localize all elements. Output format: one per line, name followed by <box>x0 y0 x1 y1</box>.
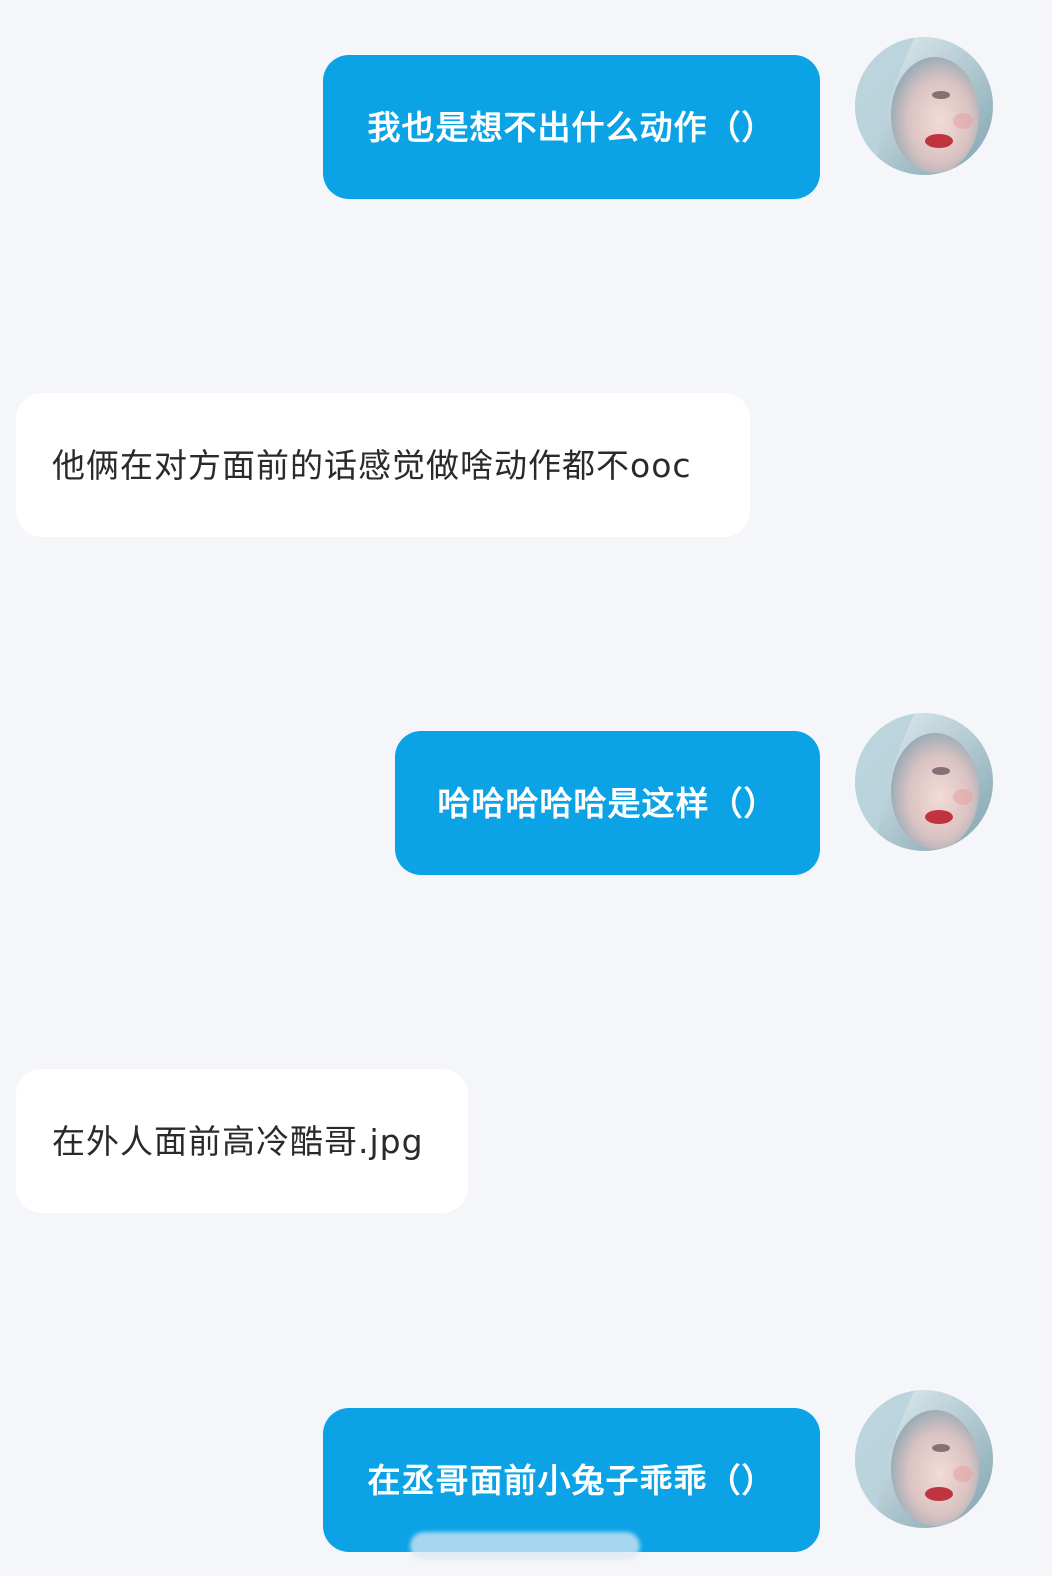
message-bubble-outgoing[interactable]: 我也是想不出什么动作（） <box>323 55 820 199</box>
user-avatar[interactable] <box>855 713 993 851</box>
blurred-watermark <box>410 1532 640 1560</box>
avatar-portrait-icon <box>855 37 993 175</box>
avatar-portrait-icon <box>855 1390 993 1528</box>
message-text: 在外人面前高冷酷哥.jpg <box>52 1121 424 1161</box>
message-text: 他俩在对方面前的话感觉做啥动作都不ooc <box>52 445 692 485</box>
message-text: 在丞哥面前小兔子乖乖（） <box>367 1460 776 1500</box>
message-bubble-outgoing[interactable]: 哈哈哈哈哈是这样（） <box>395 731 820 875</box>
message-text: 我也是想不出什么动作（） <box>367 107 776 147</box>
message-bubble-incoming[interactable]: 在外人面前高冷酷哥.jpg <box>16 1069 468 1213</box>
avatar-portrait-icon <box>855 713 993 851</box>
message-bubble-incoming[interactable]: 他俩在对方面前的话感觉做啥动作都不ooc <box>16 393 750 537</box>
message-text: 哈哈哈哈哈是这样（） <box>437 783 778 823</box>
message-bubble-outgoing[interactable]: 在丞哥面前小兔子乖乖（） <box>323 1408 820 1552</box>
chat-thread: 我也是想不出什么动作（） 他俩在对方面前的话感觉做啥动作都不ooc 哈哈哈哈哈是… <box>0 0 1052 1576</box>
user-avatar[interactable] <box>855 1390 993 1528</box>
user-avatar[interactable] <box>855 37 993 175</box>
